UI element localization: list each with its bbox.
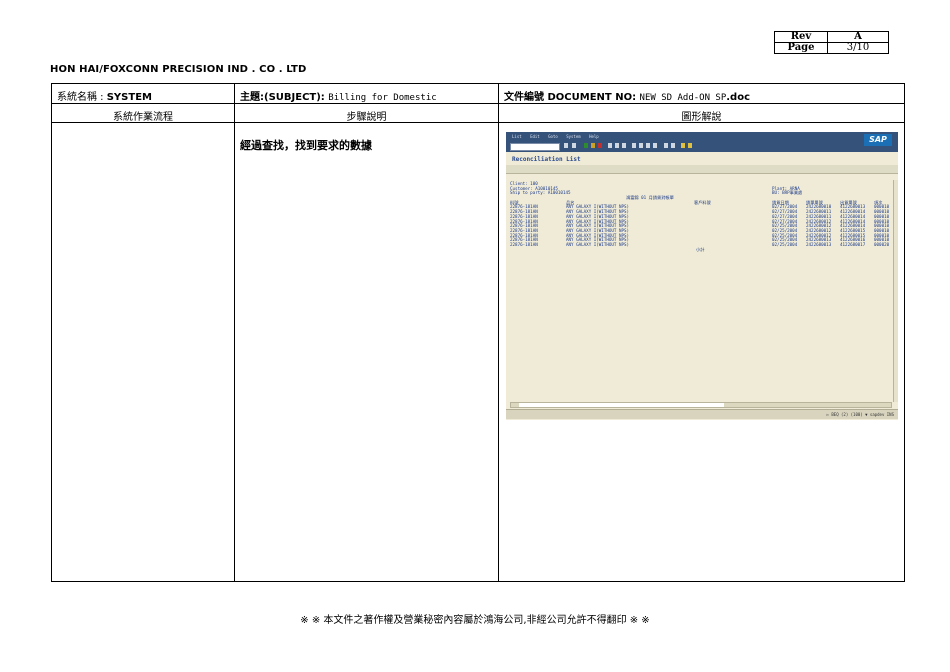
rev-value: A [827, 31, 889, 43]
sap-find-icon [615, 143, 619, 148]
sap-toolbar-icon [572, 143, 576, 148]
divider-1 [234, 84, 235, 581]
sap-menu-bar: List Edit Goto System Help [512, 134, 605, 139]
sap-prev-page-icon [639, 143, 643, 148]
subject-cell: 主題:(SUBJECT): Billing for Domestic [240, 88, 437, 103]
sap-cancel-icon [598, 143, 602, 148]
sap-data-rows: 22876-181AN ANY GALAXY I(WITHOUT NPS) 02/2… [510, 205, 889, 247]
sap-subtotal: 小計 [696, 246, 705, 252]
sap-toolbar: List Edit Goto System Help SAP [506, 132, 898, 152]
docno-value: NEW SD Add-ON SP [639, 93, 727, 103]
page-value: 3/10 [827, 42, 889, 54]
sap-menu-goto: Goto [548, 134, 558, 139]
sap-help-icon [681, 143, 685, 148]
rev-label: Rev [774, 31, 828, 43]
docno-label: 文件編號 DOCUMENT NO: [504, 92, 640, 103]
divider-2 [498, 84, 499, 581]
sap-print-icon [608, 143, 612, 148]
sap-last-page-icon [653, 143, 657, 148]
subject-value: Billing for Domestic [328, 93, 437, 103]
sap-logo: SAP [864, 134, 892, 146]
system-cell: 系統名稱 : SYSTEM [57, 88, 152, 103]
system-value: SYSTEM [106, 92, 152, 103]
revision-table: Rev A Page 3/10 [774, 31, 889, 54]
col-steps-heading: 步驟說明 [346, 112, 387, 123]
sap-menu-list: List [512, 134, 522, 139]
sap-back-icon [584, 143, 588, 148]
sap-report: Client: 100 Customer: A10010145 Plant: A… [510, 181, 889, 253]
sap-application-toolbar [506, 165, 898, 174]
sap-exit-icon [591, 143, 595, 148]
page-label: Page [774, 42, 828, 54]
document-frame: 系統名稱 : SYSTEM 主題:(SUBJECT): Billing for … [51, 83, 905, 582]
docno-cell: 文件編號 DOCUMENT NO: NEW SD Add-ON SP.doc [504, 88, 750, 103]
hdivider-1 [52, 103, 904, 104]
sap-first-page-icon [632, 143, 636, 148]
step-description: 經過查找，找到要求的數據 [240, 139, 372, 152]
sap-menu-help: Help [589, 134, 599, 139]
company-name: HON HAI/FOXCONN PRECISION IND . CO . LTD [50, 64, 307, 75]
sap-next-page-icon [646, 143, 650, 148]
sap-toolbar-icon [564, 143, 568, 148]
subject-label: 主題:(SUBJECT): [240, 92, 329, 103]
sap-horizontal-scrollbar [510, 402, 892, 408]
sap-find-next-icon [622, 143, 626, 148]
sap-command-field [510, 143, 560, 151]
sap-status-bar: ▷ BEQ (2) (100) ▼ sapdev INS [506, 409, 898, 419]
sap-menu-edit: Edit [530, 134, 540, 139]
sap-menu-system: System [566, 134, 581, 139]
sap-subtotal-row: 小計 [510, 246, 888, 253]
col-graphic-heading: 圖形解說 [681, 112, 722, 123]
system-label: 系統名稱 : [57, 92, 107, 103]
sap-session-icon [664, 143, 668, 148]
sap-scroll-thumb [519, 403, 724, 407]
sap-layout-icon [688, 143, 692, 148]
sap-shortcut-icon [671, 143, 675, 148]
sap-screenshot: List Edit Goto System Help SAP Reconcili… [506, 132, 898, 420]
col-flow-heading: 系統作業流程 [113, 112, 173, 123]
sap-screen-title: Reconciliation List [512, 156, 581, 163]
docno-ext: .doc [726, 92, 751, 103]
copyright-footer: ※ ※ 本文件之著作權及營業秘密內容屬於鴻海公司,非經公司允許不得翻印 ※ ※ [300, 615, 650, 626]
sap-status-info: ▷ BEQ (2) (100) ▼ sapdev INS [826, 412, 894, 417]
sap-vertical-scrollbar [893, 180, 898, 402]
